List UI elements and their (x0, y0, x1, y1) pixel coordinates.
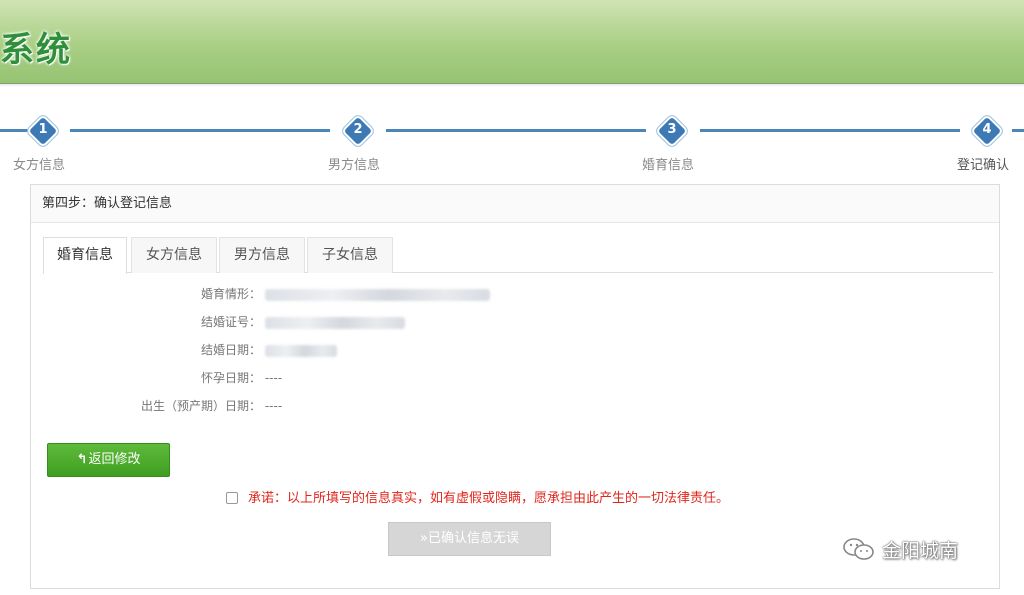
step-2-marker: 2 (343, 116, 373, 146)
step-connector (700, 129, 960, 132)
step-progress: 1 2 3 4 女方信息 男方信息 婚育信息 登记确认 (0, 112, 1024, 174)
tab-female-info[interactable]: 女方信息 (131, 237, 217, 273)
field-marriage-date: 结婚日期： (131, 341, 337, 358)
redacted-value (264, 344, 337, 357)
header-banner: 系统 (0, 0, 1024, 87)
tab-male-info[interactable]: 男方信息 (219, 237, 305, 273)
pledge-row: 承诺：以上所填写的信息真实，如有虚假或隐瞒，愿承担由此产生的一切法律责任。 (226, 487, 729, 506)
wechat-watermark: 金阳城南 (842, 536, 958, 563)
field-pregnancy-date: 怀孕日期： ---- (131, 369, 282, 386)
step-3-marker: 3 (657, 116, 687, 146)
system-title: 系统 (0, 30, 72, 70)
watermark-text: 金阳城南 (882, 540, 959, 562)
pledge-checkbox[interactable] (226, 492, 238, 504)
field-label: 结婚日期： (200, 343, 261, 357)
field-value: ---- (264, 399, 283, 413)
field-label: 怀孕日期： (200, 371, 261, 385)
step-connector (70, 129, 330, 132)
back-button-label: 返回修改 (88, 452, 141, 467)
field-birth-date: 出生（预产期）日期： ---- (131, 397, 282, 414)
confirm-panel: 第四步：确认登记信息 婚育信息 女方信息 男方信息 子女信息 婚育情形： 结婚证… (30, 184, 1000, 589)
field-value: ---- (264, 371, 283, 385)
double-chevron-icon: » (420, 531, 428, 546)
field-label: 婚育情形： (200, 287, 261, 301)
field-label: 出生（预产期）日期： (140, 399, 261, 413)
field-marriage-status: 婚育情形： (131, 285, 490, 302)
pledge-text: 承诺：以上所填写的信息真实，如有虚假或隐瞒，愿承担由此产生的一切法律责任。 (248, 491, 730, 506)
wechat-icon (843, 538, 874, 560)
step-connector (386, 129, 646, 132)
tab-marriage-info[interactable]: 婚育信息 (43, 237, 127, 274)
step-connector (1012, 129, 1024, 132)
step-1-label: 女方信息 (13, 158, 66, 173)
step-3-label: 婚育信息 (642, 158, 695, 173)
step-1-marker: 1 (28, 116, 58, 146)
step-2-label: 男方信息 (328, 158, 381, 173)
tab-children-info[interactable]: 子女信息 (307, 237, 393, 273)
info-tabs: 婚育信息 女方信息 男方信息 子女信息 (43, 237, 993, 274)
step-4-marker: 4 (972, 116, 1002, 146)
confirm-info-button[interactable]: »已确认信息无误 (388, 522, 551, 556)
step-4-label: 登记确认 (957, 158, 1010, 173)
redacted-value (264, 288, 490, 301)
panel-heading: 第四步：确认登记信息 (31, 185, 999, 223)
confirm-button-label: 已确认信息无误 (427, 531, 519, 546)
redacted-value (264, 316, 405, 329)
field-label: 结婚证号： (200, 315, 261, 329)
field-marriage-cert-no: 结婚证号： (131, 313, 405, 330)
back-to-edit-button[interactable]: ↰返回修改 (47, 443, 170, 477)
return-arrow-icon: ↰ (76, 452, 88, 467)
step-connector (0, 129, 28, 132)
